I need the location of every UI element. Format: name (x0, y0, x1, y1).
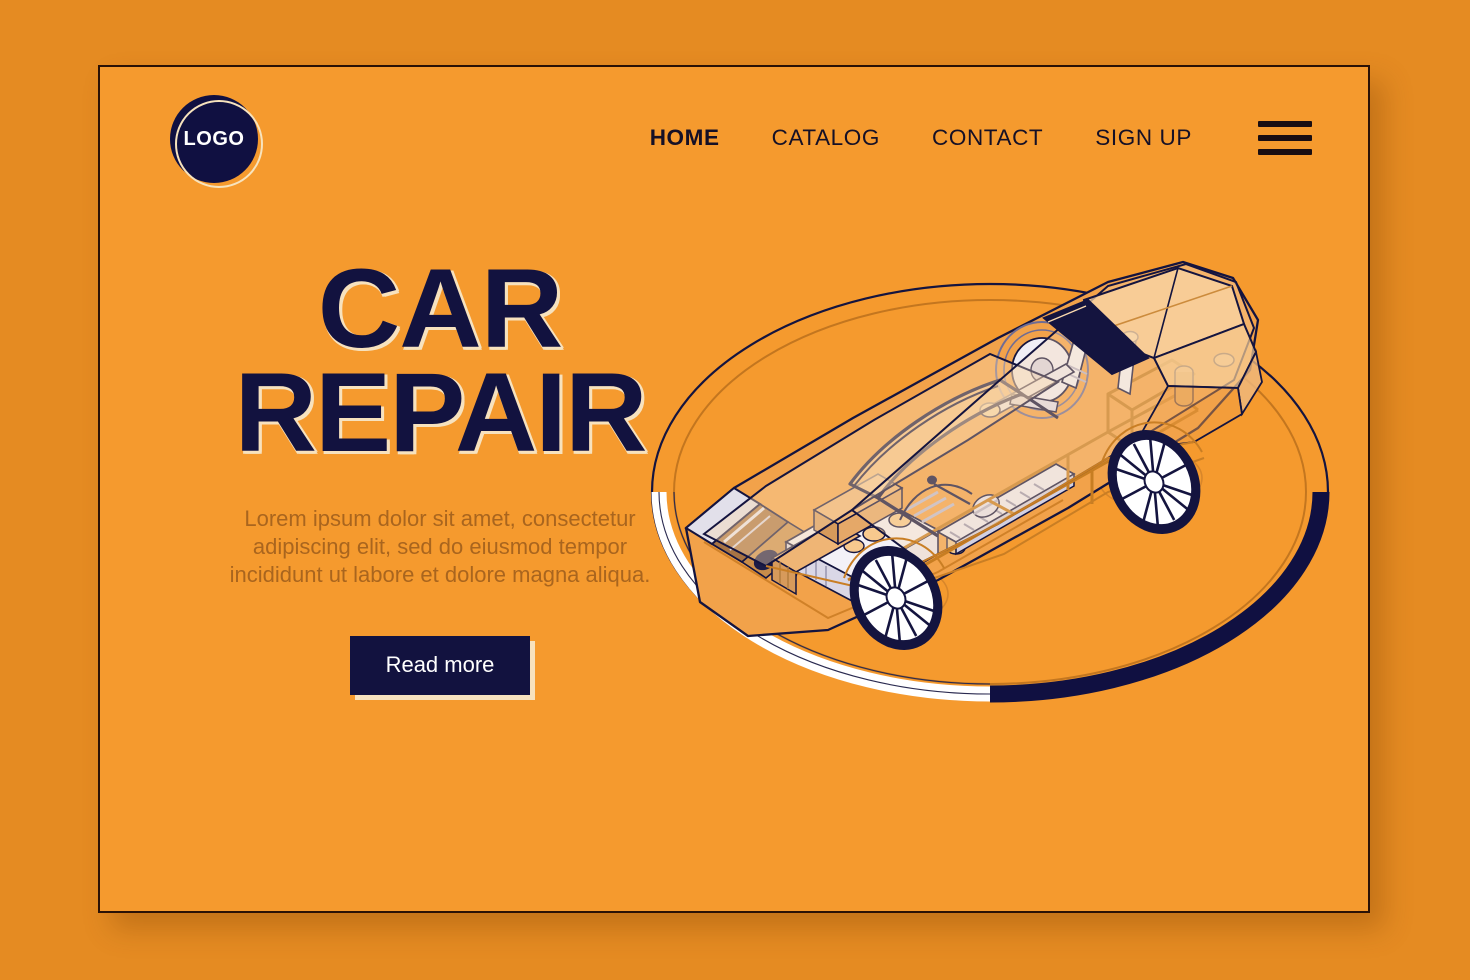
logo-ring (175, 100, 263, 188)
landing-page-card: LOGO HOME CATALOG CONTACT SIGN UP CAR RE… (98, 65, 1370, 913)
main-navigation: HOME CATALOG CONTACT SIGN UP (624, 121, 1312, 155)
logo[interactable]: LOGO (170, 95, 264, 189)
site-header: LOGO HOME CATALOG CONTACT SIGN UP (100, 67, 1368, 227)
hamburger-bar-1 (1258, 121, 1312, 127)
nav-item-catalog[interactable]: CATALOG (746, 125, 906, 151)
nav-item-home[interactable]: HOME (624, 125, 746, 151)
nav-item-contact[interactable]: CONTACT (906, 125, 1069, 151)
car-illustration (684, 260, 1263, 650)
page-background: LOGO HOME CATALOG CONTACT SIGN UP CAR RE… (0, 0, 1470, 980)
hamburger-bar-3 (1258, 149, 1312, 155)
hamburger-bar-2 (1258, 135, 1312, 141)
hamburger-icon[interactable] (1258, 121, 1312, 155)
hero-text-column: CAR REPAIR Lorem ipsum dolor sit amet, c… (160, 252, 720, 696)
hero-paragraph: Lorem ipsum dolor sit amet, consectetur … (229, 506, 651, 587)
nav-item-sign-up[interactable]: SIGN UP (1069, 125, 1218, 151)
cta-container: Read more (160, 636, 720, 696)
read-more-button[interactable]: Read more (349, 636, 531, 696)
hero-illustration (638, 242, 1348, 742)
isometric-cutaway-car-graphic (650, 260, 1330, 703)
